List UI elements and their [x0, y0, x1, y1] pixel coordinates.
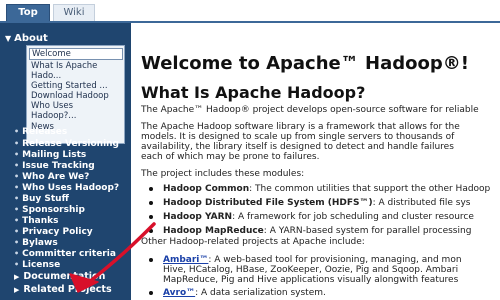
sidebar-item-what-is[interactable]: What Is Apache: [31, 61, 97, 71]
bullet-icon: •: [14, 127, 20, 136]
bullet-icon: •: [14, 205, 20, 214]
bullet-icon: [149, 258, 153, 262]
bullet-icon: •: [14, 194, 20, 203]
module-desc: : A YARN-based system for parallel proce…: [263, 226, 472, 236]
bullet-icon: •: [14, 139, 20, 148]
module-item: Hadoop Distributed File System (HDFS™): …: [149, 198, 470, 208]
sidebar-item-label: Release Versioning: [22, 139, 119, 149]
sidebar-item-releases[interactable]: • Releases: [14, 126, 67, 138]
tab-wiki[interactable]: Wiki: [53, 4, 95, 22]
module-item: Hadoop MapReduce: A YARN-based system fo…: [149, 226, 471, 236]
sidebar-item-label: Thanks: [22, 216, 59, 226]
about-menu-header[interactable]: ▼ About: [5, 33, 48, 45]
module-name: Hadoop YARN: [163, 212, 233, 222]
sidebar-item-label: Bylaws: [22, 238, 58, 248]
page-title: Welcome to Apache™ Hadoop®!: [141, 53, 469, 74]
sidebar-item-label: Mailing Lists: [22, 150, 87, 160]
triangle-down-icon: ▼: [5, 34, 12, 43]
bullet-icon: [149, 187, 153, 191]
sidebar-item-who-uses[interactable]: Who Uses: [31, 101, 73, 111]
sidebar-item-label: Committer criteria: [22, 249, 116, 259]
module-desc: : The common utilities that support the …: [249, 184, 491, 194]
sidebar-item-label: Releases: [22, 127, 68, 137]
module-item: Hadoop YARN: A framework for job schedul…: [149, 212, 474, 222]
related-desc-cont: Hive, HCatalog, HBase, ZooKeeper, Oozie,…: [163, 265, 459, 275]
bullet-icon: [149, 215, 153, 219]
sidebar-item-who-uses-cont[interactable]: Hadoop?...: [31, 111, 76, 121]
section-label: Related Projects: [23, 284, 112, 295]
bullet-icon: •: [14, 260, 20, 269]
sidebar-item-label: License: [22, 260, 61, 270]
bullet-icon: [149, 229, 153, 233]
bullet-icon: •: [14, 183, 20, 192]
desc-line: each of which may be prone to failures.: [141, 152, 320, 162]
module-desc: : A distributed file sys: [372, 198, 471, 208]
section-title: What Is Apache Hadoop?: [141, 83, 366, 102]
sidebar-item-welcome[interactable]: Welcome: [29, 48, 123, 60]
documentation-menu-header[interactable]: ▶ Documentation: [14, 271, 105, 283]
bullet-icon: •: [14, 216, 20, 225]
related-desc-cont: MapReduce, Pig and Hive applications vis…: [163, 275, 459, 285]
bullet-icon: •: [14, 161, 20, 170]
triangle-right-icon: ▶: [14, 273, 20, 281]
module-name: Hadoop MapReduce: [163, 226, 264, 236]
triangle-right-icon: ▶: [14, 286, 20, 294]
related-desc: : A web-based tool for provisioning, man…: [208, 255, 462, 265]
sidebar-item-license[interactable]: • License: [14, 259, 60, 271]
sidebar-item-getting-started[interactable]: Getting Started ...: [31, 81, 108, 91]
bullet-icon: •: [14, 172, 20, 181]
about-label: About: [14, 33, 48, 44]
module-name: Hadoop Common: [163, 184, 250, 194]
sidebar-item-label: Who Are We?: [22, 172, 90, 182]
sidebar-item-label: Issue Tracking: [22, 161, 95, 171]
related-item: Ambari™: A web-based tool for provisioni…: [149, 255, 462, 265]
related-projects-menu-header[interactable]: ▶ Related Projects: [14, 284, 112, 296]
ambari-link[interactable]: Ambari™: [163, 255, 208, 265]
section-label: Documentation: [23, 271, 106, 282]
module-name: Hadoop Distributed File System (HDFS™): [163, 198, 373, 208]
sidebar-item-label: Buy Stuff: [22, 194, 69, 204]
sidebar-item-download[interactable]: Download Hadoop: [31, 91, 109, 101]
bullet-icon: [149, 291, 153, 295]
modules-intro: The project includes these modules:: [141, 169, 305, 179]
tab-top[interactable]: Top: [6, 4, 50, 22]
bullet-icon: •: [14, 249, 20, 258]
module-desc: : A framework for job scheduling and clu…: [232, 212, 474, 222]
related-intro: Other Hadoop-related projects at Apache …: [141, 237, 365, 247]
sidebar-item-label: Privacy Policy: [22, 227, 93, 237]
sidebar-item-what-is-cont[interactable]: Hado...: [31, 71, 61, 81]
related-desc: : A data serialization system.: [195, 288, 326, 298]
desc-line: models. It is designed to scale up from …: [141, 132, 455, 142]
bullet-icon: •: [14, 150, 20, 159]
module-item: Hadoop Common: The common utilities that…: [149, 184, 490, 194]
bullet-icon: [149, 201, 153, 205]
intro-text: The Apache™ Hadoop® project develops ope…: [141, 105, 479, 115]
related-item: Avro™: A data serialization system.: [149, 288, 326, 298]
bullet-icon: •: [14, 227, 20, 236]
avro-link[interactable]: Avro™: [163, 288, 195, 298]
desc-line: availability, the library itself is desi…: [141, 142, 454, 152]
sidebar-item-label: Sponsorship: [22, 205, 85, 215]
main-content: Welcome to Apache™ Hadoop®! What Is Apac…: [131, 23, 500, 300]
top-tab-strip: Top Wiki: [0, 0, 500, 23]
desc-line: The Apache Hadoop software library is a …: [141, 122, 460, 132]
bullet-icon: •: [14, 238, 20, 247]
sidebar-nav: ▼ About Welcome What Is Apache Hado... Ge…: [0, 23, 131, 300]
sidebar-item-label: Who Uses Hadoop?: [22, 183, 120, 193]
